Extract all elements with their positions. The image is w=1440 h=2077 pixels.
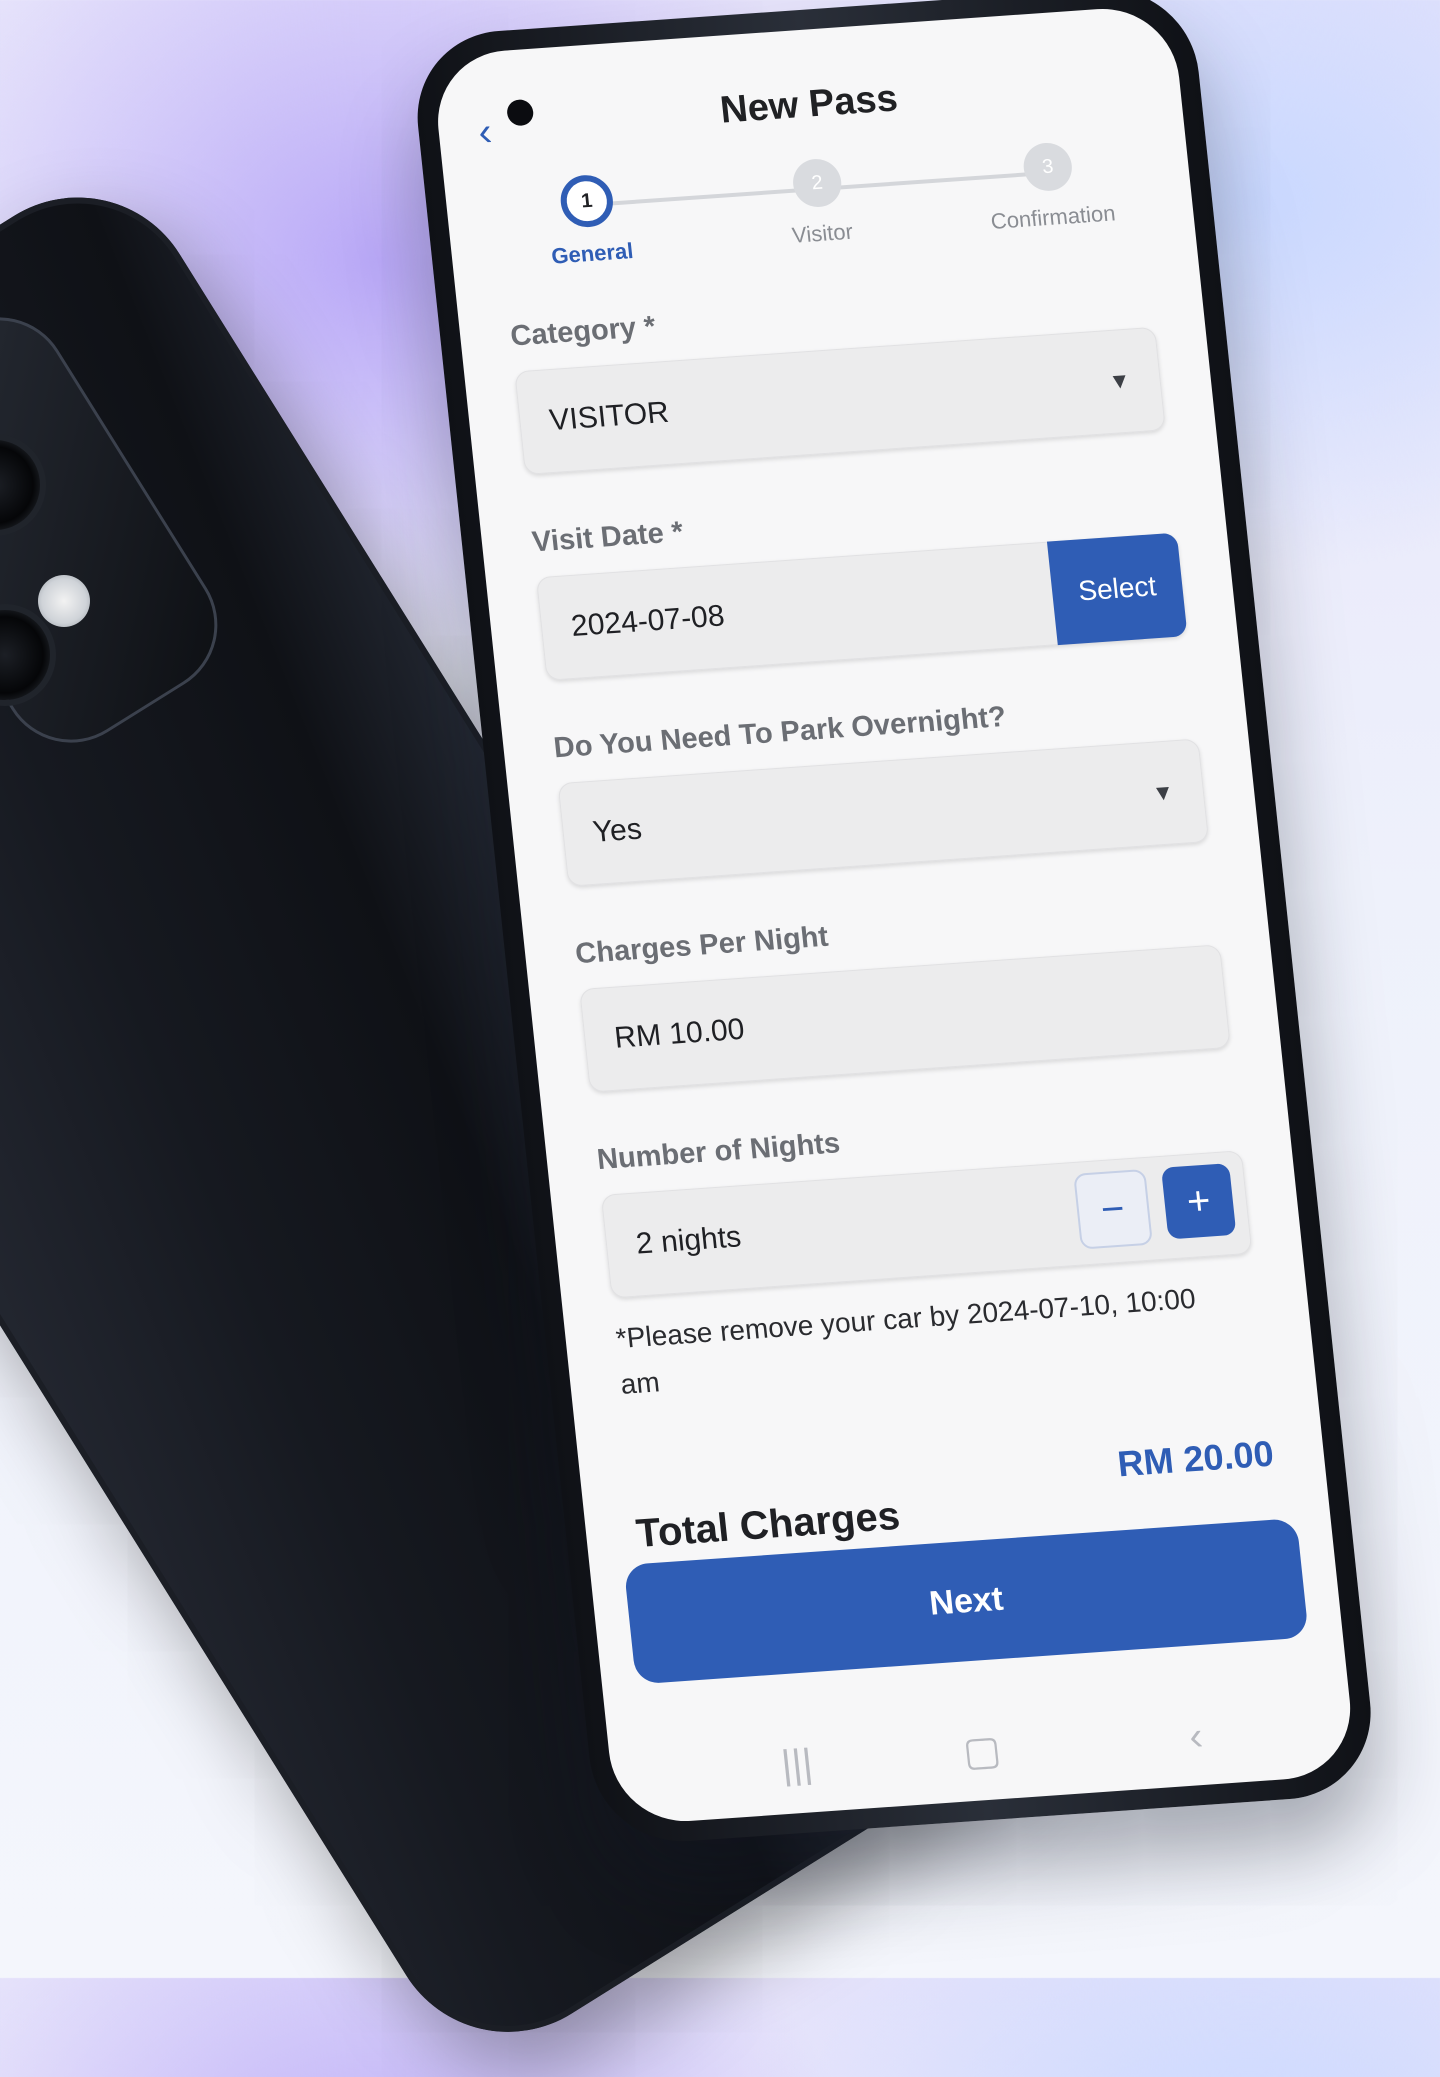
charges-field: RM 10.00 [579,944,1231,1093]
removal-note: *Please remove your car by 2024-07-10, 1… [614,1282,1198,1400]
select-date-button[interactable]: Select [1046,532,1188,646]
charges-value: RM 10.00 [612,1012,747,1055]
nights-field: 2 nights − + [600,1150,1253,1299]
recent-apps-icon[interactable]: ||| [779,1741,815,1788]
increment-button[interactable]: + [1161,1163,1237,1240]
step-number: 2 [790,157,844,209]
step-label: General [550,238,635,269]
overnight-value: Yes [591,812,644,849]
page-title: New Pass [718,77,900,132]
category-select[interactable]: VISITOR ▼ [514,326,1166,475]
nights-stepper: − + [1065,1163,1237,1254]
home-icon[interactable]: ▢ [961,1727,1004,1775]
caret-down-icon: ▼ [1150,779,1176,806]
step-number: 3 [1021,141,1075,193]
overnight-select[interactable]: Yes ▼ [557,738,1210,887]
step-general: 1 General [484,168,693,273]
back-icon[interactable]: ‹ [1187,1714,1205,1760]
step-label: Confirmation [989,200,1117,234]
visit-date-value: 2024-07-08 [569,599,727,643]
step-number: 1 [558,173,616,229]
caret-down-icon: ▼ [1107,367,1132,394]
category-value: VISITOR [547,395,671,438]
camera-flash [38,575,90,627]
step-label: Visitor [790,218,855,248]
step-confirmation: 3 Confirmation [945,136,1154,237]
total-value: RM 20.00 [1115,1432,1276,1485]
nights-value: 2 nights [634,1220,743,1261]
decrement-button[interactable]: − [1072,1168,1153,1250]
pass-form: Category * VISITOR ▼ Visit Date * 2024-0… [509,276,1280,1557]
step-visitor: 2 Visitor [715,152,924,253]
visit-date-field[interactable]: 2024-07-08 Select [535,532,1188,681]
